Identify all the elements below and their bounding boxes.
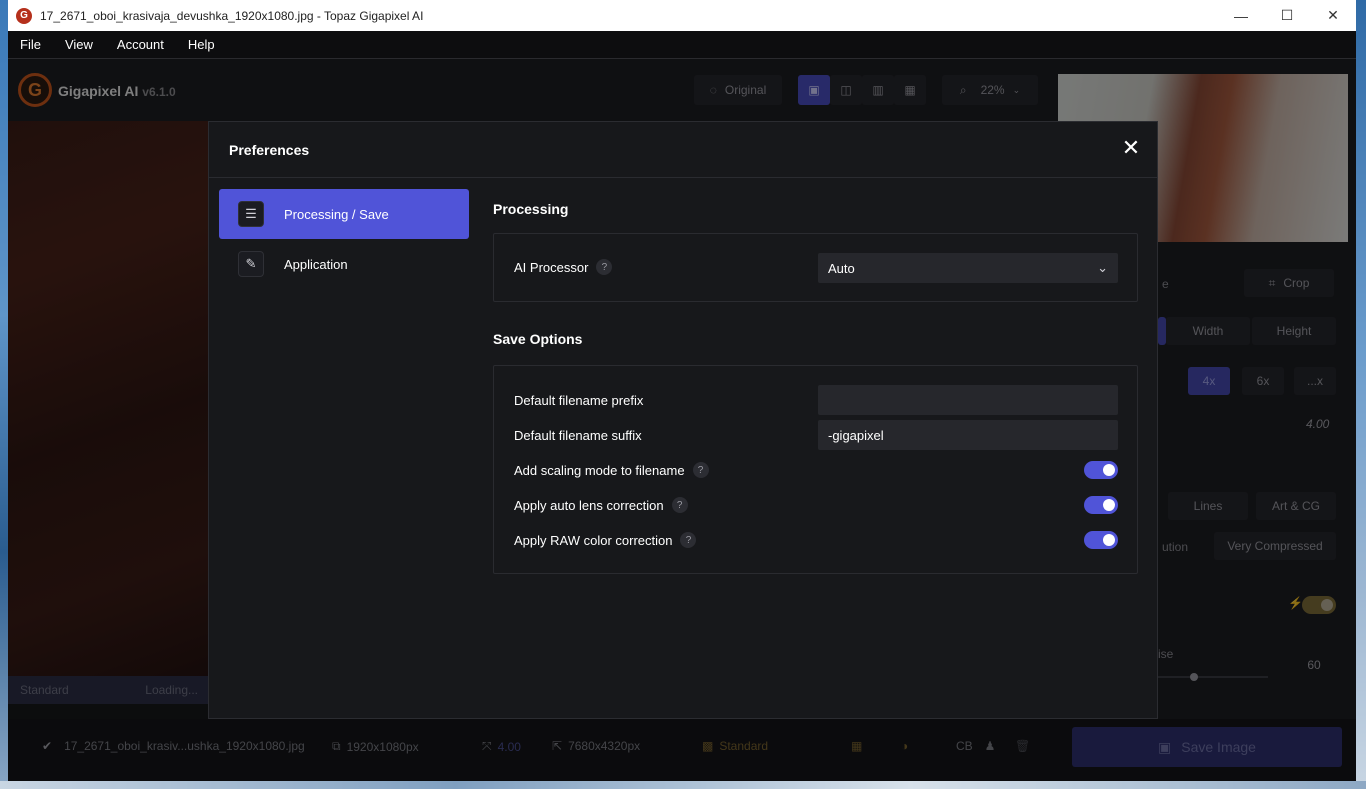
desktop-background-left — [0, 0, 8, 789]
desktop-background-bottom — [0, 781, 1366, 789]
suffix-input[interactable] — [818, 420, 1118, 450]
app-window: G 17_2671_oboi_krasivaja_devushka_1920x1… — [8, 0, 1356, 781]
lens-correction-row: Apply auto lens correction ? — [514, 497, 688, 513]
desktop-background-right — [1356, 0, 1366, 789]
raw-correction-row: Apply RAW color correction ? — [514, 532, 697, 548]
processing-section-title: Processing — [493, 201, 569, 217]
edit-icon: ✎ — [238, 251, 264, 277]
menu-help[interactable]: Help — [188, 37, 215, 52]
lens-correction-toggle[interactable] — [1084, 496, 1118, 514]
scaling-mode-toggle[interactable] — [1084, 461, 1118, 479]
app-icon: G — [16, 7, 32, 24]
ai-processor-select[interactable]: Auto ⌄ — [818, 253, 1118, 283]
sidebar-item-label: Processing / Save — [284, 206, 389, 222]
menu-bar: File View Account Help — [8, 31, 1356, 59]
help-icon[interactable]: ? — [692, 462, 709, 478]
raw-correction-label: Apply RAW color correction — [514, 532, 673, 548]
scaling-mode-label: Add scaling mode to filename — [514, 462, 685, 478]
ai-processor-label: AI Processor — [514, 259, 589, 275]
save-options-section-title: Save Options — [493, 331, 583, 347]
raw-correction-toggle[interactable] — [1084, 531, 1118, 549]
prefix-input[interactable] — [818, 385, 1118, 415]
title-bar: G 17_2671_oboi_krasivaja_devushka_1920x1… — [8, 0, 1356, 31]
scaling-mode-row: Add scaling mode to filename ? — [514, 462, 709, 478]
minimize-button[interactable]: — — [1218, 0, 1264, 31]
dialog-title: Preferences — [229, 141, 310, 158]
chevron-down-icon: ⌄ — [1097, 260, 1108, 275]
preferences-dialog: Preferences ✕ ☰ Processing / Save ✎ Appl… — [208, 121, 1158, 719]
menu-file[interactable]: File — [20, 37, 41, 52]
ai-processor-row: AI Processor ? — [514, 259, 613, 275]
processing-card: AI Processor ? Auto ⌄ — [493, 233, 1138, 302]
sidebar-item-application[interactable]: ✎ Application — [219, 239, 469, 289]
sliders-icon: ☰ — [238, 201, 264, 227]
sidebar-item-label: Application — [284, 256, 348, 272]
maximize-button[interactable]: ☐ — [1264, 0, 1310, 31]
help-icon[interactable]: ? — [680, 532, 697, 548]
dialog-header: Preferences — [209, 122, 1157, 178]
menu-view[interactable]: View — [65, 37, 93, 52]
close-window-button[interactable]: ✕ — [1310, 0, 1356, 31]
ai-processor-value: Auto — [828, 260, 855, 276]
window-title: 17_2671_oboi_krasivaja_devushka_1920x108… — [40, 8, 424, 23]
suffix-label: Default filename suffix — [514, 428, 642, 443]
prefix-label: Default filename prefix — [514, 393, 644, 408]
menu-account[interactable]: Account — [117, 37, 164, 52]
lens-correction-label: Apply auto lens correction — [514, 497, 664, 513]
suffix-row: Default filename suffix — [514, 428, 642, 443]
sidebar-item-processing-save[interactable]: ☰ Processing / Save — [219, 189, 469, 239]
prefix-row: Default filename prefix — [514, 393, 643, 408]
help-icon[interactable]: ? — [671, 497, 688, 513]
help-icon[interactable]: ? — [596, 259, 613, 275]
save-options-card: Default filename prefix Default filename… — [493, 365, 1138, 574]
close-dialog-button[interactable]: ✕ — [1121, 137, 1141, 159]
